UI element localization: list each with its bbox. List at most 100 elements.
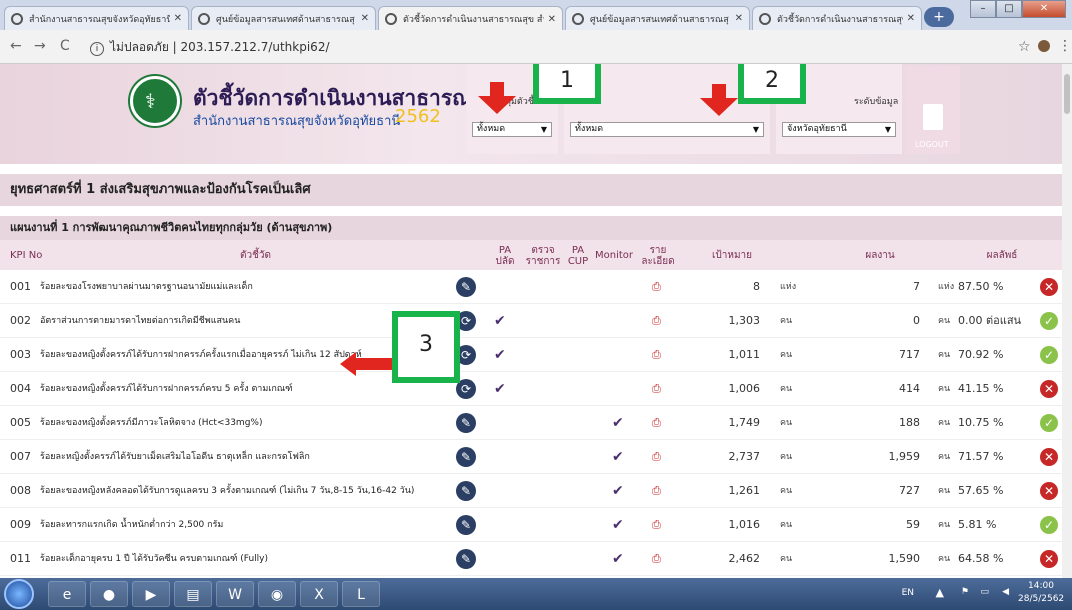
checkmark-icon: ✔ bbox=[612, 483, 624, 499]
reload-icon[interactable]: C bbox=[60, 38, 70, 54]
chrome-icon[interactable]: ◉ bbox=[258, 581, 296, 607]
logout-button[interactable]: LOGOUT bbox=[905, 66, 960, 154]
start-button[interactable] bbox=[4, 579, 34, 609]
pdf-icon[interactable]: ⎙ bbox=[652, 406, 661, 440]
col-detail: ราย ละเอียด bbox=[641, 245, 675, 267]
dropdown-arrow-icon: ▼ bbox=[752, 125, 759, 134]
indicator-name[interactable]: ร้อยละของโรงพยาบาลผ่านมาตรฐานอนามัยแม่แล… bbox=[40, 270, 253, 304]
result-value: 0 bbox=[913, 314, 920, 327]
volume-icon[interactable]: ◀ bbox=[1002, 587, 1009, 597]
flag-icon[interactable]: ⚑ bbox=[961, 587, 969, 597]
table-row: 001 ร้อยละของโรงพยาบาลผ่านมาตรฐานอนามัยแม… bbox=[0, 270, 1062, 304]
edit-icon[interactable]: ✎ bbox=[456, 277, 476, 297]
media-player-icon[interactable]: ▶ bbox=[132, 581, 170, 607]
pdf-icon[interactable]: ⎙ bbox=[652, 508, 661, 542]
filter-strategy-select[interactable]: ทั้งหมด ▼ bbox=[570, 122, 764, 137]
indicator-name[interactable]: ร้อยละของหญิงตั้งครรภ์มีภาวะโลหิตจาง (Hc… bbox=[40, 406, 262, 440]
table-row: 009 ร้อยละทารกแรกเกิด น้ำหนักต่ำกว่า 2,50… bbox=[0, 508, 1062, 542]
pdf-icon[interactable]: ⎙ bbox=[652, 338, 661, 372]
kpi-no: 003 bbox=[10, 348, 31, 361]
indicator-name[interactable]: ร้อยละหญิงตั้งครรภ์ได้รับยาเม็ดเสริมไอโอ… bbox=[40, 440, 310, 474]
result-value: 1,959 bbox=[888, 450, 921, 463]
extension-icon[interactable] bbox=[1038, 40, 1050, 52]
close-icon[interactable]: ✕ bbox=[735, 13, 743, 24]
dropdown-arrow-icon: ▼ bbox=[540, 125, 547, 134]
language-indicator[interactable]: EN bbox=[902, 588, 914, 598]
tab-title: ศูนย์ข้อมูลสารสนเทศด้านสาธารณสุ bbox=[590, 14, 729, 25]
indicator-name[interactable]: ร้อยละของหญิงหลังคลอดได้รับการดูแลครบ 3 … bbox=[40, 474, 414, 508]
word-icon[interactable]: W bbox=[216, 581, 254, 607]
back-icon[interactable]: ← bbox=[10, 38, 22, 54]
ie-icon[interactable]: e bbox=[48, 581, 86, 607]
vertical-scrollbar[interactable] bbox=[1062, 64, 1072, 578]
filter-group-select[interactable]: ทั้งหมด ▼ bbox=[472, 122, 552, 137]
pdf-icon[interactable]: ⎙ bbox=[652, 372, 661, 406]
globe-icon bbox=[385, 13, 397, 25]
filter-area-select[interactable]: จังหวัดอุทัยธานี ▼ bbox=[782, 122, 896, 137]
close-icon[interactable]: ✕ bbox=[548, 14, 556, 25]
result-value: 59 bbox=[906, 518, 920, 531]
outcome-value: 64.58 % bbox=[958, 552, 1004, 565]
result-value: 414 bbox=[899, 382, 920, 395]
firefox-icon[interactable]: ● bbox=[90, 581, 128, 607]
edit-icon[interactable]: ✎ bbox=[456, 413, 476, 433]
menu-icon[interactable]: ⋮ bbox=[1058, 38, 1072, 54]
indicator-name[interactable]: ร้อยละเด็กอายุครบ 1 ปี ได้รับวัคซีน ครบต… bbox=[40, 542, 268, 576]
clock-time[interactable]: 14:00 bbox=[1018, 581, 1064, 591]
col-indicator: ตัวชี้วัด bbox=[240, 250, 272, 261]
browser-tab-active[interactable]: ตัวชี้วัดการดำเนินงานสาธารณสุข สำ ✕ bbox=[378, 6, 563, 31]
indicator-name[interactable]: ร้อยละของหญิงตั้งครรภ์ได้รับการฝากครรภ์ค… bbox=[40, 372, 293, 406]
tray-arrow-icon[interactable]: ▲ bbox=[936, 586, 944, 599]
pdf-icon[interactable]: ⎙ bbox=[652, 440, 661, 474]
indicator-name[interactable]: ร้อยละทารกแรกเกิด น้ำหนักต่ำกว่า 2,500 ก… bbox=[40, 508, 223, 542]
info-icon[interactable]: i bbox=[90, 42, 104, 56]
excel-icon[interactable]: X bbox=[300, 581, 338, 607]
pdf-icon[interactable]: ⎙ bbox=[652, 270, 661, 304]
edit-icon[interactable]: ✎ bbox=[456, 481, 476, 501]
clock-date[interactable]: 28/5/2562 bbox=[1018, 594, 1064, 604]
table-header: KPI No ตัวชี้วัด PA ปลัด ตรวจ ราชการ PA … bbox=[0, 240, 1062, 270]
target-unit: คน bbox=[780, 486, 793, 496]
browser-tab[interactable]: ตัวชี้วัดการดำเนินงานสาธารณสุข สำ ✕ bbox=[752, 6, 922, 30]
outcome-value: 5.81 % bbox=[958, 518, 997, 531]
edit-icon[interactable]: ✎ bbox=[456, 549, 476, 569]
checkmark-icon: ✔ bbox=[612, 551, 624, 567]
network-icon[interactable]: ▭ bbox=[980, 587, 989, 597]
indicator-name[interactable]: อัตราส่วนการตายมารดาไทยต่อการเกิดมีชีพแส… bbox=[40, 304, 240, 338]
status-fail-icon: ✕ bbox=[1040, 278, 1058, 296]
pdf-icon[interactable]: ⎙ bbox=[652, 304, 661, 338]
edit-icon[interactable]: ✎ bbox=[456, 515, 476, 535]
table-row: 003 ร้อยละของหญิงตั้งครรภ์ได้รับการฝากครร… bbox=[0, 338, 1062, 372]
red-arrow-down-icon bbox=[478, 82, 516, 114]
target-unit: คน bbox=[780, 452, 793, 462]
line-icon[interactable]: L bbox=[342, 581, 380, 607]
globe-icon bbox=[198, 12, 210, 25]
bookmark-star-icon[interactable]: ☆ bbox=[1018, 39, 1031, 55]
url-input[interactable]: i ไม่ปลอดภัย | 203.157.212.7/uthkpi62/ bbox=[90, 35, 1050, 59]
window-close-icon[interactable]: ✕ bbox=[1022, 0, 1066, 18]
browser-tab[interactable]: ศูนย์ข้อมูลสารสนเทศด้านสาธารณสุ ✕ bbox=[565, 6, 750, 30]
close-icon[interactable]: ✕ bbox=[361, 13, 369, 24]
target-value: 8 bbox=[753, 280, 760, 293]
pdf-icon[interactable]: ⎙ bbox=[652, 542, 661, 576]
browser-tab[interactable]: สำนักงานสาธารณสุขจังหวัดอุทัยธานี ✕ bbox=[4, 6, 189, 30]
address-bar: ← → C i ไม่ปลอดภัย | 203.157.212.7/uthkpi… bbox=[0, 30, 1072, 64]
minimize-icon[interactable]: – bbox=[970, 0, 996, 18]
maximize-icon[interactable]: □ bbox=[996, 0, 1022, 18]
indicator-name[interactable]: ร้อยละของหญิงตั้งครรภ์ได้รับการฝากครรภ์ค… bbox=[40, 338, 362, 372]
folder-icon[interactable]: ▤ bbox=[174, 581, 212, 607]
browser-tab[interactable]: ศูนย์ข้อมูลสารสนเทศด้านสาธารณสุ ✕ bbox=[191, 6, 376, 30]
logout-door-icon bbox=[923, 104, 943, 130]
table-row: 004 ร้อยละของหญิงตั้งครรภ์ได้รับการฝากครร… bbox=[0, 372, 1062, 406]
table-row: 007 ร้อยละหญิงตั้งครรภ์ได้รับยาเม็ดเสริมไ… bbox=[0, 440, 1062, 474]
close-icon[interactable]: ✕ bbox=[907, 13, 915, 24]
kpi-no: 009 bbox=[10, 518, 31, 531]
site-subtitle: สำนักงานสาธารณสุขจังหวัดอุทัยธานี bbox=[193, 114, 401, 129]
edit-icon[interactable]: ✎ bbox=[456, 447, 476, 467]
new-tab-button[interactable]: + bbox=[924, 7, 954, 27]
forward-icon[interactable]: → bbox=[34, 38, 46, 54]
close-icon[interactable]: ✕ bbox=[174, 13, 182, 24]
scrollbar-thumb[interactable] bbox=[1064, 74, 1070, 114]
pdf-icon[interactable]: ⎙ bbox=[652, 474, 661, 508]
dropdown-arrow-icon: ▼ bbox=[884, 125, 891, 134]
